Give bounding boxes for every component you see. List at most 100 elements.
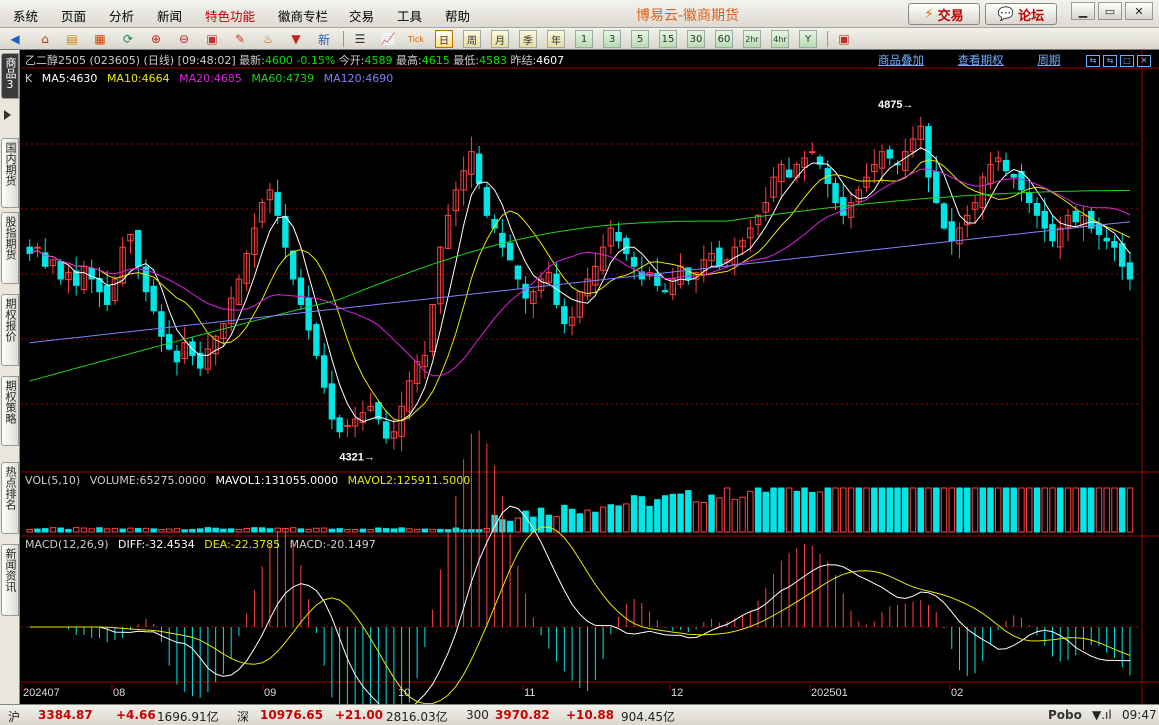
fullscreen-icon[interactable]: ▣ bbox=[835, 30, 853, 48]
candle-body bbox=[274, 192, 281, 216]
close-icon: ✕ bbox=[1134, 4, 1144, 18]
trade-button[interactable]: ⚡ 交易 bbox=[908, 3, 980, 25]
volume-bar bbox=[1088, 487, 1095, 533]
k-label: K bbox=[25, 72, 33, 85]
kline-chart[interactable]: 4875→ 4321→ 202407 08 09 10 11 12 202501 02 bbox=[21, 50, 1159, 704]
volume-bar bbox=[437, 528, 444, 533]
period-week[interactable]: 周 bbox=[463, 30, 481, 48]
csi300-label: 300 bbox=[466, 708, 489, 722]
side-tab-count: 3 bbox=[6, 78, 14, 91]
menu-help[interactable]: 帮助 bbox=[445, 6, 470, 25]
ma5-legend: MA5:4630 bbox=[41, 72, 98, 85]
toolbar-divider bbox=[343, 31, 344, 47]
side-tab-hot-ranking[interactable]: 热点排名 bbox=[1, 462, 19, 534]
candle-body bbox=[344, 424, 351, 427]
menu-huishang-column[interactable]: 徽商专栏 bbox=[278, 6, 328, 25]
prev-close-value: 4607 bbox=[536, 54, 565, 67]
zoom-out-icon[interactable]: ⊖ bbox=[175, 30, 193, 48]
volume-bar bbox=[654, 499, 661, 533]
period-year[interactable]: 年 bbox=[547, 30, 565, 48]
macd-value: MACD:-20.1497 bbox=[289, 538, 376, 551]
panel-close-icon[interactable]: ✕ bbox=[1137, 54, 1151, 67]
volume-bar bbox=[545, 514, 553, 533]
high-annotation: 4875→ bbox=[878, 99, 913, 111]
side-tab-option-quotes[interactable]: 期权报价 bbox=[1, 294, 19, 366]
menu-bar: 系统 页面 分析 新闻 特色功能 徽商专栏 交易 工具 帮助 博易云-徽商期货 … bbox=[0, 0, 1159, 28]
expand-arrow-icon[interactable] bbox=[4, 110, 11, 120]
mavol1-value: MAVOL1:131055.0000 bbox=[215, 474, 339, 487]
sh-label: 沪 bbox=[8, 710, 21, 724]
minimize-button[interactable]: ▁ bbox=[1071, 2, 1095, 20]
volume-bar bbox=[700, 502, 708, 533]
volume-bar bbox=[638, 496, 646, 533]
toolbar-divider bbox=[827, 31, 828, 47]
draw-pen-icon[interactable]: ✎ bbox=[231, 30, 249, 48]
layout-icon[interactable]: ▣ bbox=[203, 30, 221, 48]
kline-view-icon[interactable]: 📈 bbox=[379, 30, 397, 48]
panel-max-icon[interactable]: □ bbox=[1120, 54, 1134, 67]
period-30min[interactable]: 30 bbox=[687, 30, 705, 48]
volume-bar bbox=[902, 487, 909, 533]
volume-bar bbox=[940, 487, 948, 533]
latest-value: 4600 bbox=[264, 54, 293, 67]
volume-bar bbox=[933, 487, 940, 533]
period-link[interactable]: 周期 bbox=[1037, 53, 1060, 67]
period-quarter[interactable]: 季 bbox=[519, 30, 537, 48]
period-5min[interactable]: 5 bbox=[631, 30, 649, 48]
commodity-overlay-link[interactable]: 商品叠加 bbox=[878, 53, 924, 67]
alert-bell-icon[interactable]: ♨ bbox=[259, 30, 277, 48]
side-tab-domestic-futures[interactable]: 国内期货 bbox=[1, 138, 19, 208]
side-tab-label: 商品 bbox=[4, 57, 17, 79]
menu-page[interactable]: 页面 bbox=[61, 6, 86, 25]
side-tab-index-futures[interactable]: 股指期货 bbox=[1, 212, 19, 284]
candle-body bbox=[320, 355, 328, 388]
menu-tools[interactable]: 工具 bbox=[397, 6, 422, 25]
zoom-in-icon[interactable]: ⊕ bbox=[147, 30, 165, 48]
forum-button[interactable]: 💬 论坛 bbox=[985, 3, 1057, 25]
volume-bar bbox=[305, 528, 312, 533]
menu-trade[interactable]: 交易 bbox=[349, 6, 374, 25]
side-tab-option-strategy[interactable]: 期权策略 bbox=[1, 376, 19, 446]
volume-bar bbox=[49, 527, 57, 533]
close-button[interactable]: ✕ bbox=[1125, 2, 1153, 20]
candle-body bbox=[103, 285, 111, 305]
panel-left-icon[interactable]: ⇆ bbox=[1086, 54, 1100, 67]
volume-bar bbox=[623, 503, 630, 533]
side-tab-label: 新闻资讯 bbox=[4, 548, 17, 592]
tick-view-icon[interactable]: Tick bbox=[407, 30, 425, 48]
side-tab-commodity[interactable]: 商品 3 bbox=[1, 53, 19, 99]
filter-icon[interactable]: ▼ bbox=[287, 30, 305, 48]
volume-bar bbox=[1119, 487, 1126, 533]
menu-features[interactable]: 特色功能 bbox=[205, 6, 255, 25]
period-4hr[interactable]: 4hr bbox=[771, 30, 789, 48]
back-arrow-icon[interactable]: ◀ bbox=[6, 30, 24, 48]
table-view-icon[interactable]: ☰ bbox=[351, 30, 369, 48]
menu-system[interactable]: 系统 bbox=[13, 6, 38, 25]
chart-area[interactable]: 4875→ 4321→ 202407 08 09 10 11 12 202501 02 乙二醇25… bbox=[21, 50, 1159, 704]
side-tab-news[interactable]: 新闻资讯 bbox=[1, 544, 19, 616]
period-3min[interactable]: 3 bbox=[603, 30, 621, 48]
refresh-icon[interactable]: ⟳ bbox=[119, 30, 137, 48]
candle-body bbox=[1049, 224, 1056, 242]
period-custom[interactable]: Y bbox=[799, 30, 817, 48]
maximize-button[interactable]: ▭ bbox=[1098, 2, 1122, 20]
volume-bar bbox=[979, 487, 986, 533]
view-options-link[interactable]: 查看期权 bbox=[958, 53, 1004, 67]
panel-right-icon[interactable]: ⇆ bbox=[1103, 54, 1117, 67]
quote-icon[interactable]: ▦ bbox=[91, 30, 109, 48]
candle-body bbox=[1072, 210, 1079, 223]
new-icon[interactable]: 新 bbox=[315, 30, 333, 48]
period-60min[interactable]: 60 bbox=[715, 30, 733, 48]
candle-body bbox=[832, 183, 839, 204]
period-1min[interactable]: 1 bbox=[575, 30, 593, 48]
candle-body bbox=[561, 306, 568, 325]
menu-news[interactable]: 新闻 bbox=[157, 6, 182, 25]
period-month[interactable]: 月 bbox=[491, 30, 509, 48]
period-2hr[interactable]: 2hr bbox=[743, 30, 761, 48]
watchlist-icon[interactable]: ▤ bbox=[63, 30, 81, 48]
volume-bar bbox=[599, 506, 607, 533]
menu-analysis[interactable]: 分析 bbox=[109, 6, 134, 25]
home-icon[interactable]: ⌂ bbox=[36, 30, 54, 48]
period-15min[interactable]: 15 bbox=[659, 30, 677, 48]
period-day[interactable]: 日 bbox=[435, 30, 453, 48]
